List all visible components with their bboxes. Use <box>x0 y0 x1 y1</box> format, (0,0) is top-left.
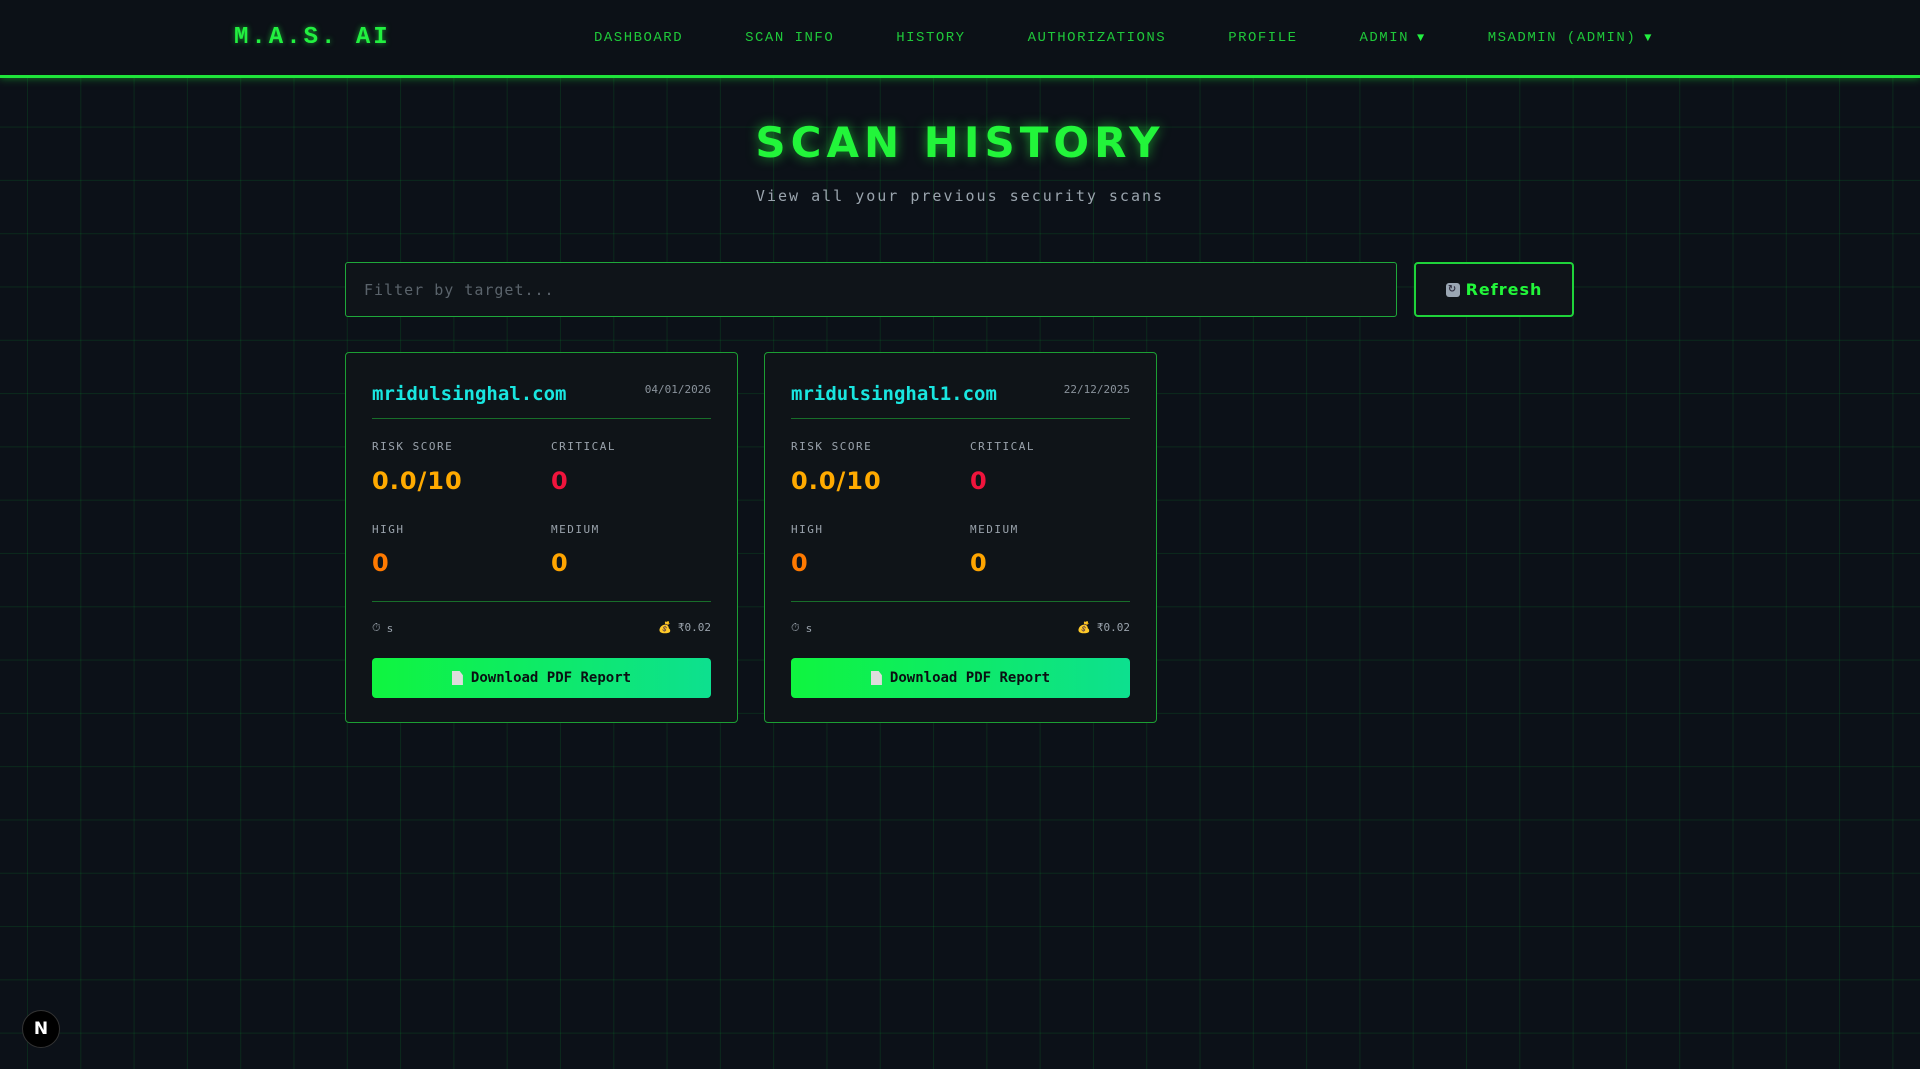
chevron-down-icon: ▼ <box>1644 31 1653 45</box>
risk-score-label: RISK SCORE <box>791 440 872 453</box>
top-nav-bar: M.A.S. AI DASHBOARD SCAN INFO HISTORY AU… <box>0 0 1920 78</box>
document-icon <box>452 671 463 685</box>
admin-label: ADMIN <box>1360 30 1410 46</box>
nav-dashboard[interactable]: DASHBOARD <box>594 30 683 46</box>
scan-card: mridulsinghal.com 04/01/2026 RISK SCORE … <box>345 352 738 723</box>
duration: ⏱s <box>372 621 393 635</box>
nav-admin-dropdown[interactable]: ADMIN ▼ <box>1360 30 1426 46</box>
duration: ⏱s <box>791 621 812 635</box>
critical-count: 0 <box>551 467 569 495</box>
nav-authorizations[interactable]: AUTHORIZATIONS <box>1028 30 1167 46</box>
duration-value: s <box>806 622 813 635</box>
duration-value: s <box>387 622 394 635</box>
high-count: 0 <box>372 549 390 577</box>
divider <box>372 418 711 419</box>
scan-date: 04/01/2026 <box>645 383 711 396</box>
medium-label: MEDIUM <box>970 523 1019 536</box>
cost-value: ₹0.02 <box>1097 621 1130 634</box>
refresh-button[interactable]: ↻ Refresh <box>1414 262 1574 317</box>
scan-target: mridulsinghal1.com <box>791 383 997 405</box>
medium-label: MEDIUM <box>551 523 600 536</box>
divider <box>791 601 1130 602</box>
critical-label: CRITICAL <box>970 440 1035 453</box>
download-pdf-button[interactable]: Download PDF Report <box>372 658 711 698</box>
high-count: 0 <box>791 549 809 577</box>
nav-scan-info[interactable]: SCAN INFO <box>745 30 834 46</box>
cost-value: ₹0.02 <box>678 621 711 634</box>
risk-score-value: 0.0/10 <box>791 467 882 495</box>
medium-count: 0 <box>551 549 569 577</box>
stopwatch-icon: ⏱ <box>791 621 800 635</box>
divider <box>791 418 1130 419</box>
download-label: Download PDF Report <box>471 670 631 686</box>
scan-target: mridulsinghal.com <box>372 383 566 405</box>
document-icon <box>871 671 882 685</box>
risk-score-label: RISK SCORE <box>372 440 453 453</box>
download-label: Download PDF Report <box>890 670 1050 686</box>
nav-profile[interactable]: PROFILE <box>1228 30 1297 46</box>
stopwatch-icon: ⏱ <box>372 621 381 635</box>
nav-history[interactable]: HISTORY <box>896 30 965 46</box>
refresh-icon: ↻ <box>1446 283 1460 297</box>
filter-input[interactable] <box>345 262 1397 317</box>
medium-count: 0 <box>970 549 988 577</box>
page-subtitle: View all your previous security scans <box>0 187 1920 205</box>
money-bag-icon: 💰 <box>658 621 672 634</box>
user-label: MSADMIN (ADMIN) <box>1488 30 1637 46</box>
high-label: HIGH <box>791 523 824 536</box>
critical-label: CRITICAL <box>551 440 616 453</box>
dev-tools-badge[interactable]: N <box>22 1010 60 1048</box>
scan-card: mridulsinghal1.com 22/12/2025 RISK SCORE… <box>764 352 1157 723</box>
cost: 💰 ₹0.02 <box>1077 621 1130 634</box>
high-label: HIGH <box>372 523 405 536</box>
logo[interactable]: M.A.S. AI <box>234 24 391 51</box>
divider <box>372 601 711 602</box>
scan-date: 22/12/2025 <box>1064 383 1130 396</box>
nav-menu: DASHBOARD SCAN INFO HISTORY AUTHORIZATIO… <box>594 30 1715 46</box>
money-bag-icon: 💰 <box>1077 621 1091 634</box>
page-title: SCAN HISTORY <box>0 118 1920 167</box>
risk-score-value: 0.0/10 <box>372 467 463 495</box>
download-pdf-button[interactable]: Download PDF Report <box>791 658 1130 698</box>
refresh-label: Refresh <box>1466 280 1543 299</box>
chevron-down-icon: ▼ <box>1417 31 1426 45</box>
critical-count: 0 <box>970 467 988 495</box>
user-menu-dropdown[interactable]: MSADMIN (ADMIN) ▼ <box>1488 30 1653 46</box>
cost: 💰 ₹0.02 <box>658 621 711 634</box>
